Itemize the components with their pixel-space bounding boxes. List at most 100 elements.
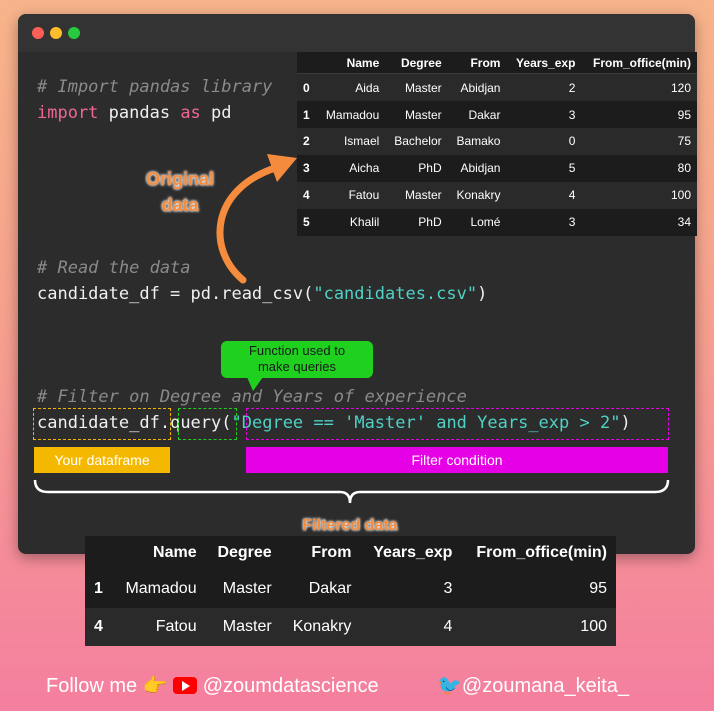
cell-degree: Master	[385, 73, 448, 102]
cell-from: Konakry	[280, 608, 361, 646]
cell-from: Bamako	[447, 128, 507, 155]
cell-from-office: 100	[461, 608, 616, 646]
query-highlight-box	[178, 408, 237, 440]
table-row: 4 Fatou Master Konakry 4 100	[297, 181, 697, 209]
cell-years-exp: 3	[568, 215, 576, 230]
code-comment-import: # Import pandas library	[37, 77, 273, 97]
cell-from: Dakar	[468, 107, 501, 122]
twitter-handle-link[interactable]: @zoumana_keita_	[462, 675, 629, 697]
cell-from-office: 95	[589, 580, 607, 597]
cell-from: Dakar	[308, 580, 352, 597]
youtube-icon	[173, 677, 198, 694]
filtered-data-label: Filtered data	[302, 517, 398, 534]
follow-text: Follow me	[46, 675, 138, 697]
row-index: 3	[303, 161, 310, 176]
header-from: From	[447, 52, 507, 74]
cell-from-office: 75	[581, 128, 697, 155]
filter-condition-tag: Filter condition	[246, 447, 668, 473]
row-index: 0	[297, 73, 317, 102]
cell-from-office: 80	[677, 161, 691, 176]
header-years-exp: Years_exp	[373, 544, 453, 561]
original-data-table: Name Degree From Years_exp From_office(m…	[297, 52, 697, 236]
cell-degree: Master	[222, 580, 272, 597]
header-from-office: From_office(min)	[476, 544, 607, 561]
cell-name: Mamadou	[125, 580, 197, 597]
cell-years-exp: 0	[506, 128, 582, 155]
header-degree: Degree	[385, 52, 448, 74]
cell-from-office: 100	[581, 181, 697, 209]
header-index	[85, 536, 113, 570]
callout-tail	[247, 377, 263, 391]
header-from: From	[311, 544, 352, 561]
table-row: 4 Fatou Master Konakry 4 100	[85, 608, 616, 646]
curved-arrow-icon	[216, 154, 297, 284]
youtube-handle-link[interactable]: @zoumdatascience	[203, 675, 379, 697]
cell-from-office: 95	[677, 107, 691, 122]
table-header-row: Name Degree From Years_exp From_office(m…	[85, 536, 616, 570]
cell-name: Fatou	[112, 608, 206, 646]
cell-years-exp: 2	[506, 73, 582, 102]
import-alias: pd	[200, 103, 232, 123]
callout-line-2: make queries	[257, 359, 337, 374]
cell-name: Mamadou	[325, 107, 380, 122]
row-index: 4	[297, 181, 317, 209]
row-index: 5	[303, 215, 310, 230]
cell-years-exp: 3	[443, 580, 453, 597]
header-index	[297, 52, 317, 74]
header-name: Name	[153, 544, 197, 561]
cell-name: Khalil	[349, 215, 380, 230]
import-keyword: import	[37, 103, 99, 123]
table-header-row: Name Degree From Years_exp From_office(m…	[297, 52, 697, 74]
cell-from: Abidjan	[447, 73, 507, 102]
close-window-button[interactable]	[32, 27, 44, 39]
dataframe-highlight-box	[33, 408, 171, 440]
table-row: 2 Ismael Bachelor Bamako 0 75	[297, 128, 697, 155]
cell-degree: PhD	[418, 215, 442, 230]
code-line-import: import pandas as pd	[37, 103, 232, 123]
header-degree: Degree	[217, 544, 272, 561]
cell-name: Ismael	[316, 128, 386, 155]
cell-years-exp: 4	[506, 181, 582, 209]
as-keyword: as	[180, 103, 201, 123]
cell-from: Lomé	[470, 215, 501, 230]
table-row: 3 Aicha PhD Abidjan 5 80	[297, 155, 697, 182]
twitter-bird-icon: 🐦	[437, 675, 462, 697]
cell-degree: Master	[385, 181, 448, 209]
import-module: pandas	[98, 103, 181, 123]
header-name: Name	[316, 52, 386, 74]
cell-degree: Master	[205, 608, 281, 646]
footer-follow: Follow me 👉 @zoumdatascience	[46, 673, 379, 698]
cell-name: Aicha	[349, 161, 380, 176]
condition-highlight-box	[246, 408, 669, 440]
table-row: 1 Mamadou Master Dakar 3 95	[297, 101, 697, 128]
cell-from-office: 120	[581, 73, 697, 102]
cell-degree: Bachelor	[385, 128, 448, 155]
header-years-exp: Years_exp	[506, 52, 582, 74]
table-row: 1 Mamadou Master Dakar 3 95	[85, 570, 616, 608]
cell-degree: PhD	[418, 161, 442, 176]
row-index: 1	[303, 107, 310, 122]
query-function-callout: Function used to make queries	[221, 341, 373, 378]
cell-from: Abidjan	[460, 161, 501, 176]
cell-years-exp: 3	[568, 107, 576, 122]
cell-name: Fatou	[316, 181, 386, 209]
read-suffix: )	[477, 284, 488, 304]
filtered-data-table: Name Degree From Years_exp From_office(m…	[85, 536, 616, 646]
minimize-window-button[interactable]	[50, 27, 62, 39]
cell-from-office: 34	[677, 215, 691, 230]
row-index: 2	[297, 128, 317, 155]
row-index: 1	[94, 580, 103, 597]
curly-brace-icon	[33, 479, 670, 504]
cell-years-exp: 5	[568, 161, 576, 176]
pointing-hand-icon: 👉	[142, 675, 168, 697]
cell-from: Konakry	[447, 181, 507, 209]
maximize-window-button[interactable]	[68, 27, 80, 39]
callout-line-1: Function used to	[248, 343, 346, 358]
cell-name: Aida	[316, 73, 386, 102]
row-index: 4	[85, 608, 113, 646]
header-from-office: From_office(min)	[581, 52, 697, 74]
your-dataframe-tag: Your dataframe	[34, 447, 170, 473]
window-titlebar	[18, 14, 695, 52]
cell-years-exp: 4	[360, 608, 462, 646]
table-row: 5 Khalil PhD Lomé 3 34	[297, 209, 697, 236]
